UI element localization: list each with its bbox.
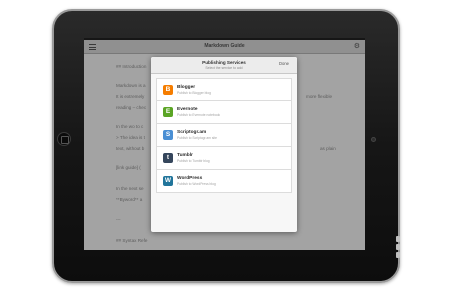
service-name: Blogger (177, 85, 196, 90)
service-name: Scriptogr.am (177, 130, 207, 135)
blogger-icon: B (163, 85, 173, 95)
evernote-icon: E (163, 107, 173, 117)
service-name: Tumblr (177, 153, 193, 158)
service-item-blogger[interactable]: B Blogger Publish to Blogger blog (156, 78, 292, 101)
publishing-services-modal: Publishing Services Select the service t… (151, 57, 297, 232)
modal-subtitle: Select the service to add (205, 66, 243, 70)
home-button[interactable] (57, 132, 71, 146)
wordpress-icon: W (163, 176, 173, 186)
service-name: WordPress (177, 176, 203, 181)
camera-icon (371, 137, 376, 142)
service-description: Publish to WordPress blog (177, 182, 216, 186)
service-item-scriptogram[interactable]: S Scriptogr.am Publish to Scriptogr.am s… (156, 124, 292, 147)
modal-title: Publishing Services (202, 60, 246, 65)
service-description: Publish to Scriptogr.am site (177, 136, 217, 140)
service-name: Evernote (177, 107, 198, 112)
scriptogram-icon: S (163, 130, 173, 140)
service-item-tumblr[interactable]: t Tumblr Publish to Tumblr blog (156, 147, 292, 170)
volume-button (396, 244, 400, 250)
modal-header: Publishing Services Select the service t… (151, 57, 297, 74)
service-description: Publish to Evernote notebook (177, 113, 221, 117)
service-item-wordpress[interactable]: W WordPress Publish to WordPress blog (156, 170, 292, 193)
tumblr-icon: t (163, 153, 173, 163)
volume-button (396, 252, 400, 258)
done-button[interactable]: Done (279, 61, 289, 66)
ipad-screen: Markdown Guide ⚙ ## Introduction Markdow… (84, 38, 365, 250)
service-list: B Blogger Publish to Blogger blog E Ever… (156, 78, 292, 193)
service-item-evernote[interactable]: E Evernote Publish to Evernote notebook (156, 101, 292, 124)
service-description: Publish to Tumblr blog (177, 159, 210, 163)
service-description: Publish to Blogger blog (177, 91, 211, 95)
volume-button (396, 236, 400, 242)
